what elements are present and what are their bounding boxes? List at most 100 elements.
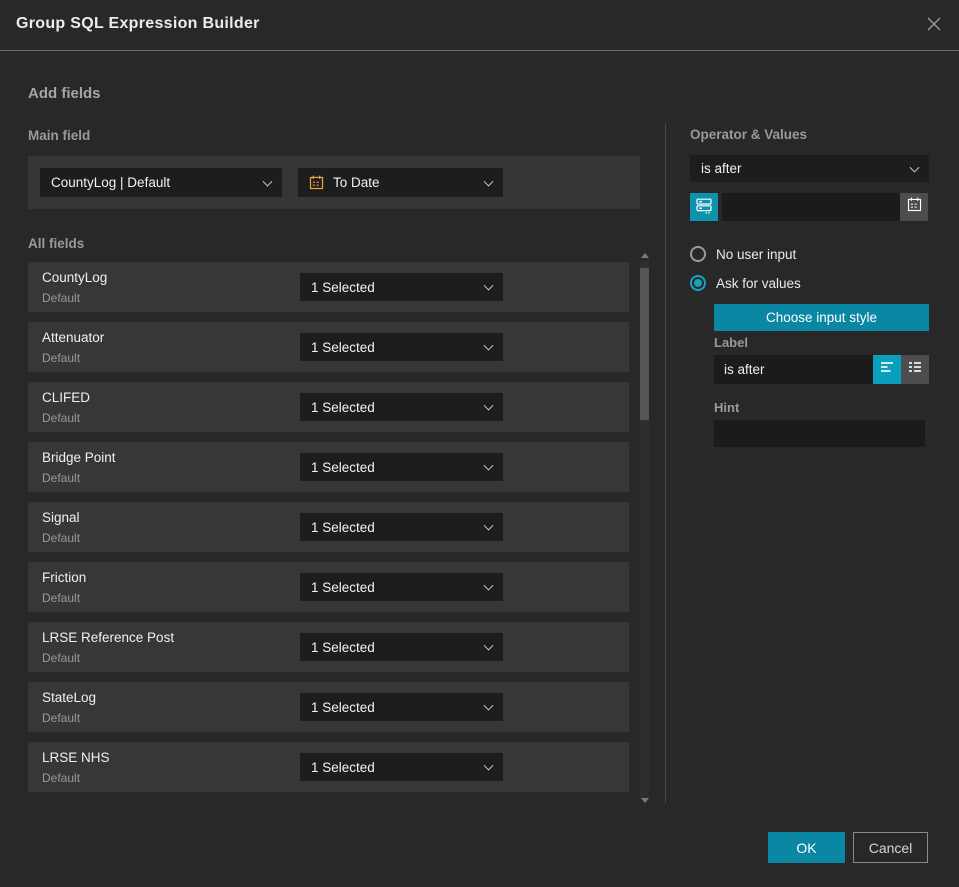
field-subtitle: Default xyxy=(42,351,81,365)
field-selected-dropdown[interactable]: 1 Selected xyxy=(300,633,503,661)
chevron-down-icon xyxy=(483,520,494,531)
radio-selected-icon xyxy=(690,275,706,291)
field-selected-value: 1 Selected xyxy=(311,399,375,415)
field-selected-value: 1 Selected xyxy=(311,639,375,655)
field-subtitle: Default xyxy=(42,591,81,605)
label-field-label: Label xyxy=(714,335,748,350)
field-selected-dropdown[interactable]: 1 Selected xyxy=(300,333,503,361)
operator-values-heading: Operator & Values xyxy=(690,127,808,142)
radio-no-user-input-label: No user input xyxy=(716,246,797,262)
field-row: Bridge Point Default 1 Selected xyxy=(28,442,629,492)
main-field-panel: CountyLog | Default To Date xyxy=(28,156,640,209)
main-field-select-value: CountyLog | Default xyxy=(51,175,171,190)
field-row: Signal Default 1 Selected xyxy=(28,502,629,552)
chevron-down-icon xyxy=(262,176,273,187)
scrollbar-track[interactable] xyxy=(640,262,649,800)
field-subtitle: Default xyxy=(42,471,81,485)
field-selected-value: 1 Selected xyxy=(311,459,375,475)
field-selected-dropdown[interactable]: 1 Selected xyxy=(300,753,503,781)
hint-field-label: Hint xyxy=(714,400,740,415)
field-subtitle: Default xyxy=(42,771,81,785)
chevron-down-icon xyxy=(483,700,494,711)
field-selected-dropdown[interactable]: 1 Selected xyxy=(300,573,503,601)
field-selected-dropdown[interactable]: 1 Selected xyxy=(300,513,503,541)
chevron-down-icon xyxy=(909,162,920,173)
field-row: StateLog Default 1 Selected xyxy=(28,682,629,732)
chevron-down-icon xyxy=(483,460,494,471)
field-selected-value: 1 Selected xyxy=(311,519,375,535)
date-type-select-value: To Date xyxy=(333,175,380,190)
chevron-down-icon xyxy=(483,640,494,651)
chevron-down-icon xyxy=(483,340,494,351)
label-input[interactable] xyxy=(714,355,873,384)
radio-ask-for-values-label: Ask for values xyxy=(716,275,801,291)
hint-input[interactable] xyxy=(714,420,925,447)
dialog-titlebar: Group SQL Expression Builder xyxy=(0,0,959,51)
list-input-style-button[interactable] xyxy=(901,355,929,384)
chevron-down-icon xyxy=(483,176,494,187)
field-name: CountyLog xyxy=(42,270,108,285)
field-selected-value: 1 Selected xyxy=(311,279,375,295)
field-row: Friction Default 1 Selected xyxy=(28,562,629,612)
cancel-button[interactable]: Cancel xyxy=(853,832,928,863)
field-subtitle: Default xyxy=(42,651,81,665)
chevron-down-icon xyxy=(483,580,494,591)
align-left-icon xyxy=(878,358,896,381)
chevron-down-icon xyxy=(483,280,494,291)
field-name: Bridge Point xyxy=(42,450,116,465)
field-subtitle: Default xyxy=(42,531,81,545)
field-selected-value: 1 Selected xyxy=(311,759,375,775)
scrollbar-up-arrow[interactable] xyxy=(641,253,649,258)
all-fields-list: CountyLog Default 1 Selected Attenuator … xyxy=(28,262,629,802)
chevron-down-icon xyxy=(483,760,494,771)
date-type-select[interactable]: To Date xyxy=(298,168,503,197)
field-subtitle: Default xyxy=(42,711,81,725)
field-subtitle: Default xyxy=(42,291,81,305)
field-row: CountyLog Default 1 Selected xyxy=(28,262,629,312)
list-icon xyxy=(906,358,924,381)
radio-icon xyxy=(690,246,706,262)
chevron-down-icon xyxy=(483,400,494,411)
scrollbar-down-arrow[interactable] xyxy=(641,798,649,803)
operator-select-value: is after xyxy=(701,161,742,176)
field-row: Attenuator Default 1 Selected xyxy=(28,322,629,372)
field-selected-dropdown[interactable]: 1 Selected xyxy=(300,273,503,301)
unique-values-button[interactable] xyxy=(690,193,718,221)
field-row: CLIFED Default 1 Selected xyxy=(28,382,629,432)
field-selected-value: 1 Selected xyxy=(311,699,375,715)
close-icon xyxy=(926,16,942,37)
date-picker-button[interactable] xyxy=(900,193,928,221)
add-fields-heading: Add fields xyxy=(28,85,101,102)
stacked-values-icon xyxy=(695,196,713,219)
field-name: StateLog xyxy=(42,690,97,705)
field-row: LRSE Reference Post Default 1 Selected xyxy=(28,622,629,672)
field-name: CLIFED xyxy=(42,390,91,405)
calendar-icon xyxy=(309,175,324,190)
field-selected-dropdown[interactable]: 1 Selected xyxy=(300,453,503,481)
field-selected-dropdown[interactable]: 1 Selected xyxy=(300,393,503,421)
dialog-title: Group SQL Expression Builder xyxy=(16,15,260,32)
field-subtitle: Default xyxy=(42,411,81,425)
field-name: LRSE Reference Post xyxy=(42,630,175,645)
vertical-divider xyxy=(665,124,666,803)
field-selected-value: 1 Selected xyxy=(311,339,375,355)
ok-button[interactable]: OK xyxy=(768,832,845,863)
value-input[interactable] xyxy=(722,193,900,221)
radio-no-user-input[interactable]: No user input xyxy=(690,246,796,262)
field-name: Attenuator xyxy=(42,330,105,345)
close-button[interactable] xyxy=(922,14,946,38)
all-fields-label: All fields xyxy=(28,236,85,251)
main-field-select[interactable]: CountyLog | Default xyxy=(40,168,282,197)
choose-input-style-button[interactable]: Choose input style xyxy=(714,304,929,331)
field-selected-value: 1 Selected xyxy=(311,579,375,595)
field-name: Signal xyxy=(42,510,80,525)
radio-ask-for-values[interactable]: Ask for values xyxy=(690,275,801,291)
field-row: LRSE NHS Default 1 Selected xyxy=(28,742,629,792)
field-selected-dropdown[interactable]: 1 Selected xyxy=(300,693,503,721)
main-field-label: Main field xyxy=(28,128,91,143)
field-name: LRSE NHS xyxy=(42,750,110,765)
field-name: Friction xyxy=(42,570,87,585)
single-input-style-button[interactable] xyxy=(873,355,901,384)
scrollbar-thumb[interactable] xyxy=(640,268,649,420)
operator-select[interactable]: is after xyxy=(690,155,929,182)
